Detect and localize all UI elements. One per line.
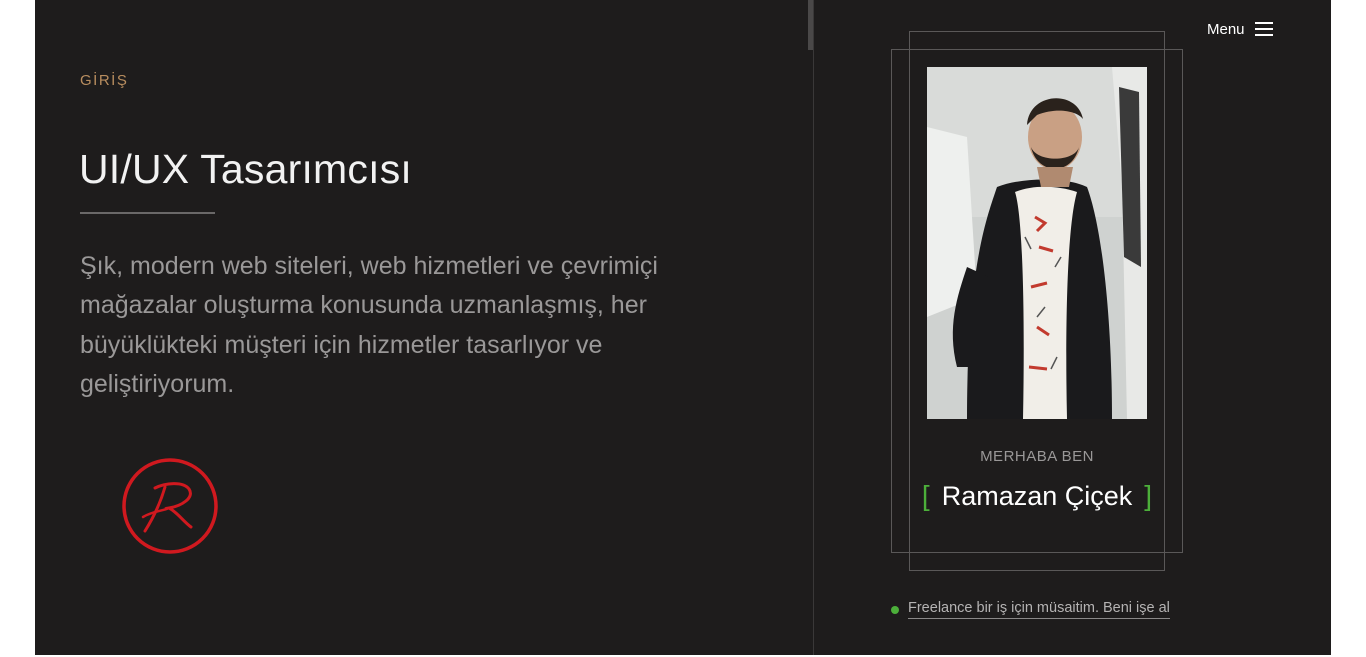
panel-divider — [813, 0, 814, 655]
signature-logo — [121, 457, 219, 555]
menu-button[interactable]: Menu — [1207, 18, 1273, 40]
profile-greeting: MERHABA BEN — [980, 448, 1094, 465]
page-title: UI/UX Tasarımcısı — [79, 146, 412, 192]
profile-name-row: [ Ramazan Çiçek ] — [891, 480, 1183, 512]
bracket-right: ] — [1144, 480, 1153, 511]
section-label: GİRİŞ — [80, 72, 129, 89]
intro-panel: GİRİŞ UI/UX Tasarımcısı Şık, modern web … — [35, 0, 813, 655]
status-dot-icon — [891, 605, 899, 614]
title-underline — [80, 212, 215, 214]
profile-name: Ramazan Çiçek — [941, 480, 1133, 511]
intro-description: Şık, modern web siteleri, web hizmetleri… — [80, 252, 658, 398]
profile-photo — [927, 67, 1147, 419]
availability-status: Freelance bir iş için müsaitim. Beni işe… — [891, 600, 1170, 619]
hamburger-icon — [1254, 22, 1273, 36]
bracket-left: [ — [921, 480, 930, 511]
hire-me-link[interactable]: Freelance bir iş için müsaitim. Beni işe… — [908, 600, 1170, 619]
menu-label: Menu — [1207, 20, 1245, 38]
